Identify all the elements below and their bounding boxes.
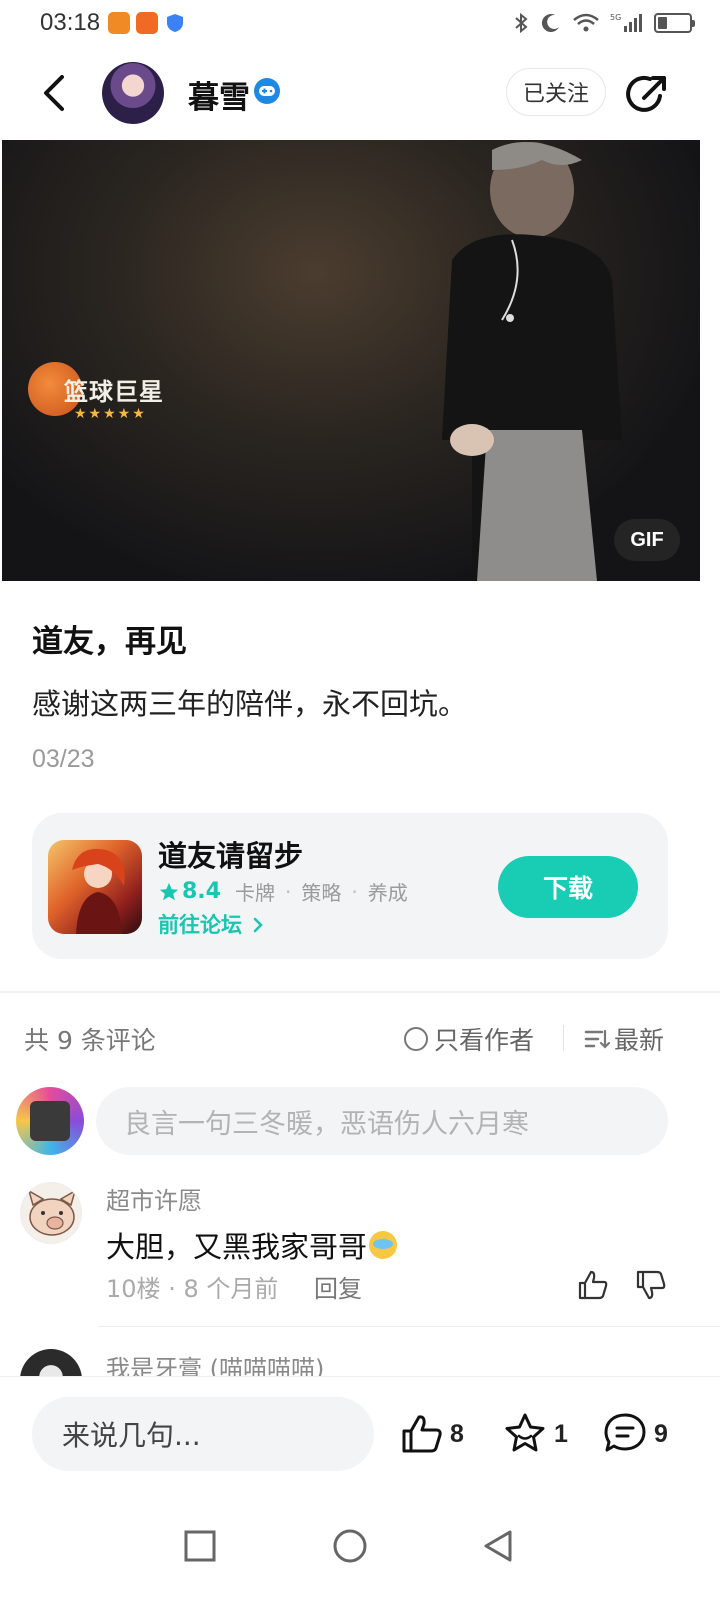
sort-label: 最新 <box>614 1026 665 1055</box>
author-only-label: 只看作者 <box>434 1026 535 1055</box>
star-outline-icon <box>505 1413 545 1452</box>
gamepad-badge-icon <box>254 78 280 104</box>
forum-link-label: 前往论坛 <box>158 913 242 937</box>
wifi-icon <box>573 13 599 32</box>
moon-icon <box>541 14 559 33</box>
system-nav-bar <box>0 1502 720 1612</box>
comment-action[interactable]: 9 <box>602 1409 668 1459</box>
commenter-name[interactable]: 超市许愿 <box>106 1181 202 1216</box>
download-button[interactable]: 下载 <box>498 856 638 918</box>
share-icon[interactable] <box>624 70 672 118</box>
star-icon <box>159 882 179 900</box>
thumbs-up-icon[interactable] <box>576 1268 610 1302</box>
shield-icon <box>167 14 183 32</box>
comment-time: 8 个月前 <box>183 1275 279 1303</box>
status-indicators: 5G <box>512 10 695 36</box>
comment-meta: 10楼 · 8 个月前 <box>106 1269 278 1304</box>
chevron-left-icon <box>44 75 64 111</box>
battery-icon <box>654 13 695 33</box>
recent-apps-icon[interactable] <box>182 1528 218 1564</box>
comment-count: 共 9 条评论 <box>24 1026 156 1055</box>
post-gif-image[interactable]: 篮球巨星 ★★★★★ GIF <box>2 140 700 581</box>
chevron-right-icon <box>254 917 264 933</box>
post-date: 03/23 <box>32 745 95 773</box>
post-body: 感谢这两三年的陪伴，永不回坑。 <box>32 687 468 721</box>
meta-separator: · <box>168 1275 184 1303</box>
radio-icon <box>404 1027 428 1051</box>
status-bar: 03:18 5G <box>0 0 720 46</box>
sort-icon <box>584 1029 610 1049</box>
game-meta: 8.4 卡牌 · 策略 · 养成 <box>158 877 408 906</box>
crying-emoji-icon <box>369 1231 398 1259</box>
comment-text-content: 大胆，又黑我家哥哥 <box>106 1230 368 1264</box>
game-tag: 卡牌 <box>234 881 275 905</box>
filter-separator <box>563 1025 564 1051</box>
comment-floor: 10楼 <box>106 1275 161 1303</box>
back-triangle-icon[interactable] <box>480 1528 516 1564</box>
game-name[interactable]: 道友请留步 <box>158 833 303 875</box>
forum-link[interactable]: 前往论坛 <box>158 909 265 939</box>
follow-button[interactable]: 已关注 <box>506 68 606 116</box>
like-action[interactable]: 8 <box>400 1409 464 1459</box>
author-avatar[interactable] <box>102 62 164 124</box>
my-avatar <box>16 1087 84 1155</box>
tag-separator: · <box>351 879 358 904</box>
reply-button[interactable]: 回复 <box>314 1269 362 1304</box>
cellular-signal-icon: 5G <box>610 13 642 32</box>
comment-bubble-icon <box>604 1413 646 1452</box>
author-name[interactable]: 暮雪 <box>188 72 250 117</box>
post-title: 道友，再见 <box>32 624 187 660</box>
author-only-filter[interactable]: 只看作者 <box>404 1021 534 1057</box>
back-button[interactable] <box>30 68 76 118</box>
gif-badge: GIF <box>614 519 680 561</box>
tag-separator: · <box>284 879 292 904</box>
watermark-text: 篮球巨星 <box>64 378 164 406</box>
comment-text: 大胆，又黑我家哥哥 <box>106 1224 398 1266</box>
game-tag: 养成 <box>367 881 408 905</box>
comment-divider <box>98 1326 720 1327</box>
section-divider <box>0 991 720 993</box>
battery-level <box>658 17 667 29</box>
post-header: 暮雪 已关注 <box>0 46 720 140</box>
game-score: 8.4 <box>182 879 221 904</box>
home-icon[interactable] <box>332 1528 368 1564</box>
favorite-count: 1 <box>554 1419 568 1448</box>
commenter-avatar[interactable] <box>20 1182 82 1244</box>
favorite-action[interactable]: 1 <box>502 1409 568 1459</box>
orange-app-icon-2 <box>136 12 158 34</box>
comment-total-count: 9 <box>654 1419 668 1448</box>
comment-input[interactable]: 良言一句三冬暖，恶语伤人六月寒 <box>96 1087 668 1155</box>
game-icon[interactable] <box>48 840 142 934</box>
bottom-comment-input[interactable]: 来说几句... <box>32 1397 374 1471</box>
dancer-figure <box>442 142 622 581</box>
orange-app-icon <box>108 12 130 34</box>
bottom-action-bar: 来说几句... 8 1 9 <box>0 1376 720 1502</box>
bluetooth-icon <box>515 12 528 34</box>
network-type: 5G <box>610 13 621 22</box>
watermark-stars: ★★★★★ <box>74 406 147 422</box>
sort-button[interactable]: 最新 <box>584 1021 664 1057</box>
thumbs-up-icon <box>402 1415 442 1453</box>
like-count: 8 <box>450 1419 464 1448</box>
status-time: 03:18 <box>40 9 101 36</box>
thumbs-down-icon[interactable] <box>634 1268 668 1302</box>
game-card[interactable]: 道友请留步 8.4 卡牌 · 策略 · 养成 前往论坛 下载 <box>32 813 668 959</box>
game-tag: 策略 <box>301 881 342 905</box>
